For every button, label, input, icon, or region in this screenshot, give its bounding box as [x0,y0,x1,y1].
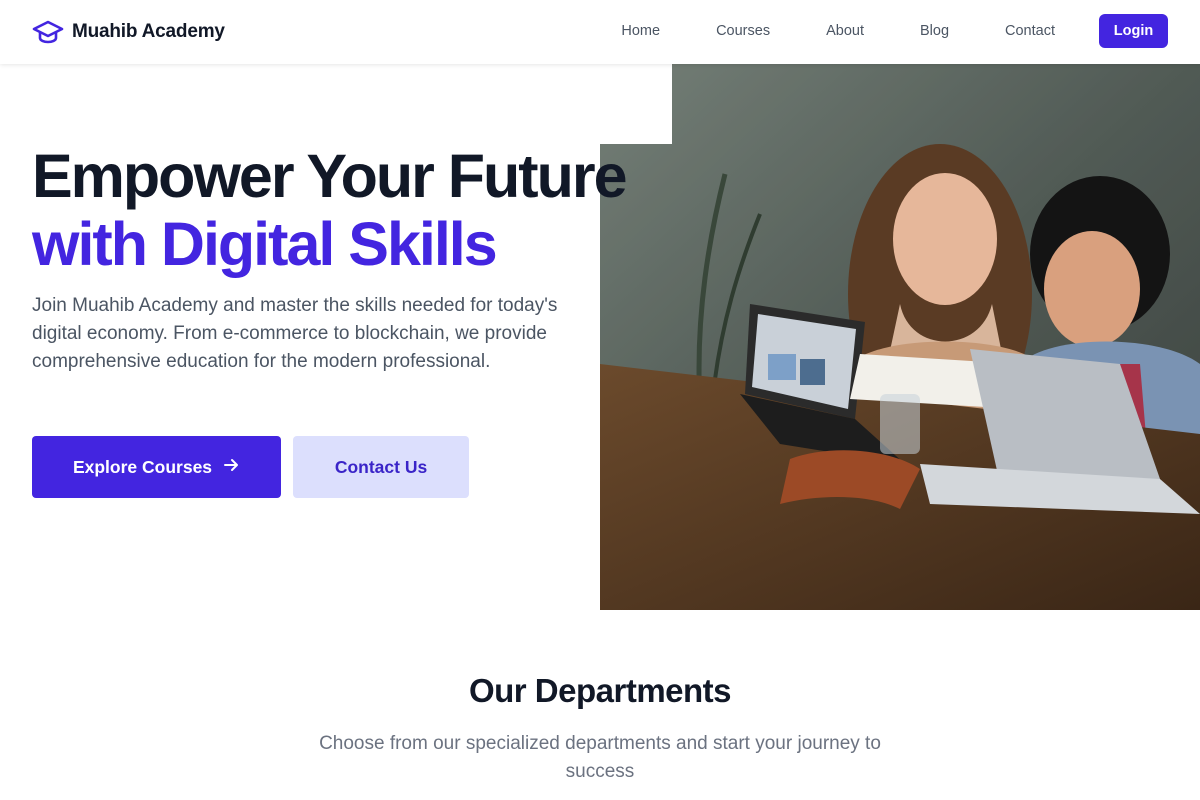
nav-contact[interactable]: Contact [1005,14,1055,48]
hero-description: Join Muahib Academy and master the skill… [32,295,558,372]
nav-home[interactable]: Home [621,14,660,48]
hero-title: Empower Your Future with Digital Skills [32,142,628,278]
main-nav: Home Courses About Blog Contact Login [621,14,1168,48]
hero-image [600,64,1200,610]
departments-subtitle: Choose from our specialized departments … [319,733,881,782]
site-header: Muahib Academy Home Courses About Blog C… [0,0,1200,64]
explore-courses-label: Explore Courses [72,456,213,477]
hero-title-line2: with Digital Skills [32,210,498,278]
hero-title-line1: Empower Your Future [32,142,628,210]
brand-name: Muahib Academy [72,21,225,42]
graduation-cap-icon [32,17,64,47]
arrow-right-icon [222,456,240,479]
contact-us-label: Contact Us [334,456,428,477]
explore-courses-button[interactable]: Explore Courses [32,436,281,498]
brand-logo[interactable]: Muahib Academy [32,17,225,47]
login-button[interactable]: Login [1099,14,1168,48]
nav-courses[interactable]: Courses [716,14,770,48]
hero-image-cutout [600,64,672,144]
departments-title: Our Departments [468,672,732,709]
nav-blog[interactable]: Blog [920,14,949,48]
nav-about[interactable]: About [826,14,864,48]
contact-us-button[interactable]: Contact Us [293,436,469,498]
